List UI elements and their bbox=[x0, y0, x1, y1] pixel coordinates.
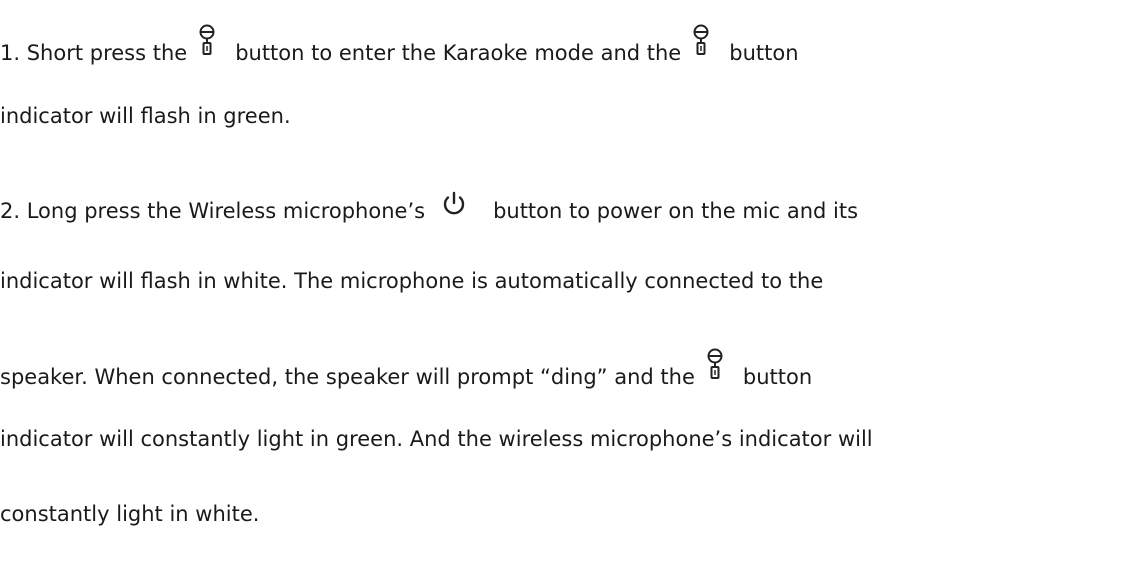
step-2-line-5: constantly light in white. bbox=[0, 502, 260, 526]
step-2-text-d: button bbox=[742, 365, 813, 389]
step-1-line-1: 1. Short press the button to enter the K… bbox=[0, 24, 799, 65]
step-1-text-a: 1. Short press the bbox=[0, 41, 188, 65]
step-2-line-3: speaker. When connected, the speaker wil… bbox=[0, 348, 813, 389]
step-2-text-c: speaker. When connected, the speaker wil… bbox=[0, 365, 695, 389]
step-1-line-2: indicator will flash in green. bbox=[0, 104, 291, 128]
step-2-text-b: button to power on the mic and its bbox=[493, 199, 859, 223]
step-1-text-b: button to enter the Karaoke mode and the bbox=[235, 41, 682, 65]
microphone-icon bbox=[707, 347, 723, 383]
step-2-line-4: indicator will constantly light in green… bbox=[0, 427, 873, 451]
power-icon bbox=[441, 191, 467, 217]
microphone-icon bbox=[693, 23, 709, 59]
step-1-text-c: button bbox=[729, 41, 799, 65]
microphone-icon bbox=[199, 23, 215, 59]
step-2-line-2: indicator will flash in white. The micro… bbox=[0, 269, 824, 293]
step-2-text-a: 2. Long press the Wireless microphone’s bbox=[0, 199, 426, 223]
step-2-line-1: 2. Long press the Wireless microphone’s … bbox=[0, 191, 859, 223]
